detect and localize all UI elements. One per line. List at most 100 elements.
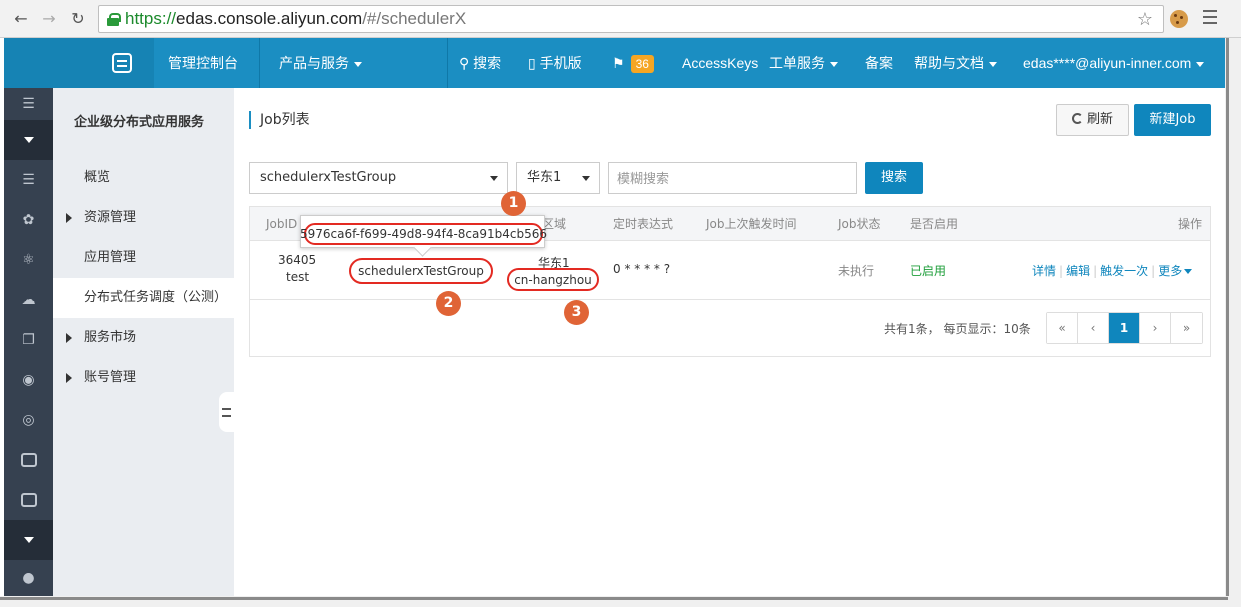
console-home-link[interactable]: 管理控制台: [168, 38, 238, 88]
page-title: Job列表: [249, 111, 310, 129]
reload-icon[interactable]: ↻: [67, 7, 89, 29]
bookmark-star-icon[interactable]: ☆: [1137, 9, 1153, 30]
sidebar-collapse-handle[interactable]: [219, 392, 234, 432]
browser-toolbar: ← → ↻ https://edas.console.aliyun.com/#/…: [0, 0, 1241, 38]
group-select[interactable]: schedulerxTestGroup: [249, 162, 508, 194]
sidebar-item-label: 服务市场: [84, 330, 137, 345]
rail-collapse-bottom[interactable]: [4, 520, 53, 560]
dns-icon[interactable]: ◎: [4, 400, 53, 440]
chevron-down-icon: [354, 61, 362, 67]
globe-icon[interactable]: ◉: [4, 360, 53, 400]
notification-count-badge: 36: [630, 55, 654, 74]
url-path: /#/schedulerX: [362, 9, 467, 28]
trigger-once-link[interactable]: 触发一次: [1100, 264, 1148, 278]
back-arrow-icon[interactable]: ←: [10, 7, 32, 29]
cloud-upload-icon[interactable]: ☁: [4, 280, 53, 320]
address-bar[interactable]: https://edas.console.aliyun.com/#/schedu…: [98, 5, 1164, 33]
tickets-menu[interactable]: 工单服务: [769, 38, 838, 88]
sidebar-item-resources[interactable]: 资源管理: [53, 198, 234, 238]
job-name: test: [286, 270, 310, 284]
edit-link[interactable]: 编辑: [1066, 264, 1090, 278]
user-menu[interactable]: edas****@aliyun-inner.com: [1023, 38, 1205, 88]
chevron-down-icon: [582, 176, 590, 181]
chevron-down-icon: [490, 176, 498, 181]
page-first[interactable]: «: [1047, 313, 1078, 343]
fuzzy-search-input[interactable]: [608, 162, 857, 194]
chevron-down-icon: [830, 61, 838, 67]
sidebar-item-label: 应用管理: [84, 250, 137, 265]
network-icon[interactable]: ⚛: [4, 240, 53, 280]
cookie-extension-icon[interactable]: [1170, 10, 1188, 28]
mobile-link[interactable]: ▯ 手机版: [528, 38, 582, 88]
help-label: 帮助与文档: [914, 55, 984, 71]
app-icon[interactable]: [4, 440, 53, 480]
page-prev[interactable]: ‹: [1078, 313, 1109, 343]
accesskeys-link[interactable]: AccessKeys: [682, 38, 758, 88]
tickets-label: 工单服务: [769, 55, 825, 71]
notifications-button[interactable]: ⚑ 36: [612, 38, 654, 88]
refresh-button[interactable]: 刷新: [1056, 104, 1129, 136]
mobile-label: 手机版: [539, 55, 582, 71]
sidebar-item-apps[interactable]: 应用管理: [53, 238, 234, 278]
chevron-down-icon: [989, 61, 997, 67]
subnav-title: 企业级分布式应用服务: [74, 115, 205, 130]
search-label: 搜索: [473, 55, 502, 71]
group-id-highlight: 5976ca6f-f699-49d8-94f4-8ca91b4cb566: [300, 223, 547, 245]
search-link[interactable]: ⚲ 搜索: [459, 38, 501, 88]
sub-sidebar: 企业级分布式应用服务 概览 资源管理 应用管理 分布式任务调度（公测） 服务市场…: [53, 88, 234, 596]
forward-arrow-icon[interactable]: →: [38, 7, 60, 29]
cluster-icon[interactable]: ✿: [4, 200, 53, 240]
col-jobid: JobID: [266, 217, 298, 231]
user-label: edas****@aliyun-inner.com: [1023, 55, 1192, 71]
cube-icon[interactable]: ❐: [4, 320, 53, 360]
sidebar-item-overview[interactable]: 概览: [53, 158, 234, 198]
rail-collapse-top[interactable]: [4, 120, 53, 160]
job-operations: 详情 | 编辑 | 触发一次 | 更多: [1032, 262, 1193, 279]
page-current[interactable]: 1: [1109, 313, 1140, 343]
page-last[interactable]: »: [1171, 313, 1202, 343]
sidebar-item-account[interactable]: 账号管理: [53, 358, 234, 398]
caret-right-icon: [66, 213, 72, 223]
caret-right-icon: [66, 333, 72, 343]
sidebar-item-scheduler[interactable]: 分布式任务调度（公测）: [53, 278, 234, 318]
sidebar-item-market[interactable]: 服务市场: [53, 318, 234, 358]
pagination-summary: 共有1条， 每页显示：10条: [884, 322, 1031, 336]
region-id-highlight: cn-hangzhou: [507, 268, 599, 291]
url-host: edas.console.aliyun.com: [176, 9, 363, 28]
search-button[interactable]: 搜索: [865, 162, 923, 194]
col-status: Job状态: [838, 217, 881, 231]
beian-link[interactable]: 备案: [865, 38, 893, 88]
app-icon-2[interactable]: [4, 480, 53, 520]
job-id: 36405: [278, 253, 317, 267]
window-frame-bottom: [0, 596, 1241, 607]
window-frame-right: [1225, 38, 1241, 607]
region-select[interactable]: 华东1: [516, 162, 600, 194]
caret-down-icon: [23, 537, 34, 543]
col-ops: 操作: [1178, 217, 1203, 231]
lock-icon: [107, 12, 121, 26]
icon-rail: ☰ ☰ ✿ ⚛ ☁ ❐ ◉ ◎ ●: [4, 88, 53, 596]
browser-menu-icon[interactable]: [1203, 10, 1217, 26]
help-menu[interactable]: 帮助与文档: [914, 38, 997, 88]
chevron-down-icon: [1184, 269, 1193, 274]
hamburger-icon[interactable]: ☰: [4, 88, 53, 120]
sidebar-item-label: 账号管理: [84, 370, 137, 385]
step-marker-3: 3: [564, 300, 589, 325]
group-select-value: schedulerxTestGroup: [260, 170, 397, 185]
step-marker-2: 2: [436, 291, 461, 316]
server-icon[interactable]: ☰: [4, 160, 53, 200]
collapse-icon: [222, 407, 231, 417]
detail-link[interactable]: 详情: [1032, 264, 1056, 278]
products-menu[interactable]: 产品与服务: [279, 38, 362, 88]
col-cron: 定时表达式: [613, 217, 674, 231]
page-next[interactable]: ›: [1140, 313, 1171, 343]
more-menu[interactable]: 更多: [1158, 264, 1182, 278]
pagination: « ‹ 1 › »: [1046, 312, 1203, 344]
phone-icon: ▯: [528, 55, 536, 71]
logo-block[interactable]: [4, 38, 154, 88]
url-scheme: https://: [125, 9, 177, 28]
user-icon[interactable]: ●: [4, 560, 53, 596]
new-job-button[interactable]: 新建Job: [1134, 104, 1211, 136]
chevron-down-icon: [1196, 61, 1205, 67]
col-last-trigger: Job上次触发时间: [706, 217, 797, 231]
